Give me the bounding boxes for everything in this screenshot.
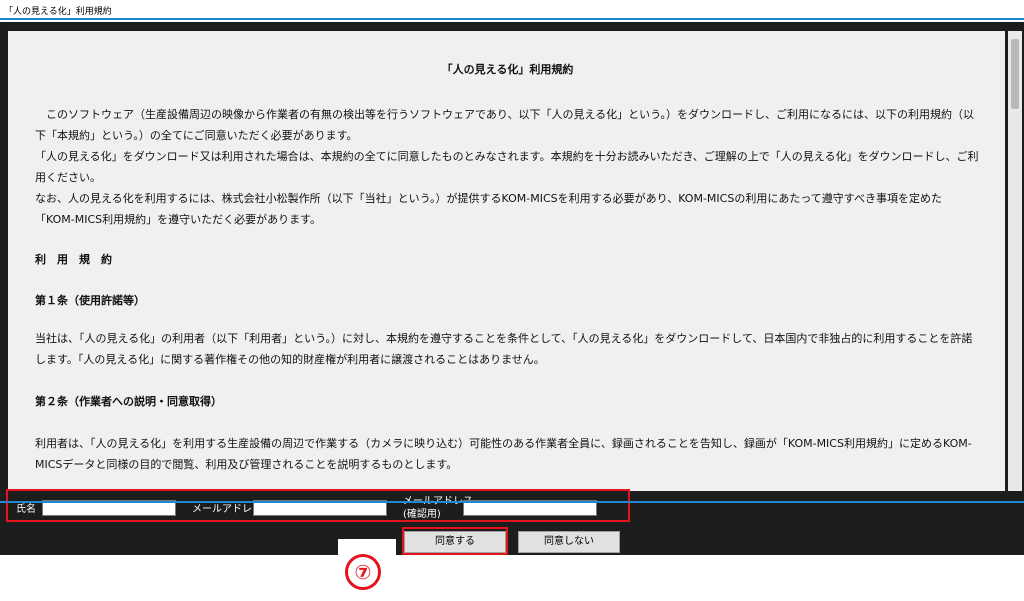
window-title: 「人の見える化」利用規約 xyxy=(4,7,112,17)
document-scrollbar[interactable] xyxy=(1008,31,1022,491)
terms-section-heading: 利 用 規 約 xyxy=(35,253,112,266)
panel-divider xyxy=(0,501,1024,503)
intro-paragraph-2: 「人の見える化」をダウンロード又は利用された場合は、本規約の全てに同意したものと… xyxy=(35,150,979,184)
article-2-body: 利用者は、「人の見える化」を利用する生産設備の周辺で作業する（カメラに映り込む）… xyxy=(35,437,972,471)
email-label: メールアドレス xyxy=(192,504,262,515)
scrollbar-thumb[interactable] xyxy=(1011,39,1019,109)
name-label: 氏名 xyxy=(16,504,36,515)
window-titlebar: 「人の見える化」利用規約 xyxy=(0,0,1024,20)
app-body: 「人の見える化」利用規約 このソフトウェア（生産設備周辺の映像から作業者の有無の… xyxy=(0,22,1024,555)
article-1-heading: 第１条（使用許諾等） xyxy=(35,294,145,307)
agree-button[interactable]: 同意する xyxy=(404,531,506,553)
intro-paragraph-3: なお、人の見える化を利用するには、株式会社小松製作所（以下「当社」という。）が提… xyxy=(35,192,943,226)
article-2-heading: 第２条（作業者への説明・同意取得） xyxy=(35,395,222,408)
intro-paragraph-1: このソフトウェア（生産設備周辺の映像から作業者の有無の検出等を行うソフトウェアで… xyxy=(35,108,974,142)
document-title: 「人の見える化」利用規約 xyxy=(441,63,574,76)
terms-document[interactable]: 「人の見える化」利用規約 このソフトウェア（生産設備周辺の映像から作業者の有無の… xyxy=(8,31,1005,491)
article-1-body: 当社は、「人の見える化」の利用者（以下「利用者」という。）に対し、本規約を遵守す… xyxy=(35,332,973,366)
disagree-button[interactable]: 同意しない xyxy=(518,531,620,553)
step-marker-badge: ⑦ xyxy=(345,554,381,590)
email-confirm-label-line2: (確認用) xyxy=(403,509,441,520)
